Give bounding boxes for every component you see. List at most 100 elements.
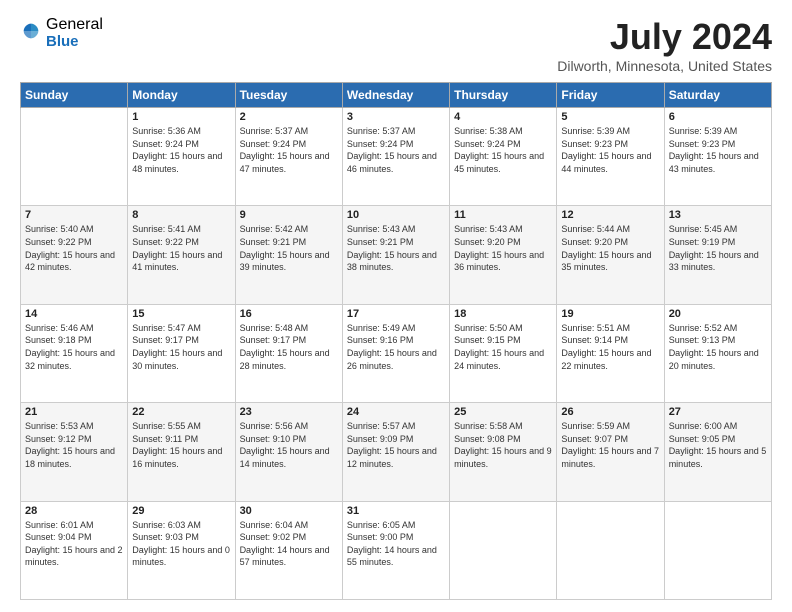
- cell-date: 13: [669, 209, 767, 221]
- cell-date: 25: [454, 406, 552, 418]
- cell-info: Sunrise: 6:05 AMSunset: 9:00 PMDaylight:…: [347, 519, 445, 569]
- cell-info: Sunrise: 5:56 AMSunset: 9:10 PMDaylight:…: [240, 420, 338, 470]
- cell-info: Sunrise: 5:40 AMSunset: 9:22 PMDaylight:…: [25, 223, 123, 273]
- cell-date: 27: [669, 406, 767, 418]
- calendar-cell: 20 Sunrise: 5:52 AMSunset: 9:13 PMDaylig…: [664, 304, 771, 402]
- cell-info: Sunrise: 5:44 AMSunset: 9:20 PMDaylight:…: [561, 223, 659, 273]
- cell-info: Sunrise: 5:39 AMSunset: 9:23 PMDaylight:…: [669, 125, 767, 175]
- calendar-table: SundayMondayTuesdayWednesdayThursdayFrid…: [20, 82, 772, 600]
- cell-date: 2: [240, 111, 338, 123]
- calendar-header-sunday: Sunday: [21, 83, 128, 108]
- cell-info: Sunrise: 5:38 AMSunset: 9:24 PMDaylight:…: [454, 125, 552, 175]
- calendar-cell: 13 Sunrise: 5:45 AMSunset: 9:19 PMDaylig…: [664, 206, 771, 304]
- calendar-week-1: 1 Sunrise: 5:36 AMSunset: 9:24 PMDayligh…: [21, 108, 772, 206]
- cell-date: 28: [25, 505, 123, 517]
- cell-date: 31: [347, 505, 445, 517]
- cell-info: Sunrise: 5:37 AMSunset: 9:24 PMDaylight:…: [240, 125, 338, 175]
- calendar-header-monday: Monday: [128, 83, 235, 108]
- calendar-cell: 6 Sunrise: 5:39 AMSunset: 9:23 PMDayligh…: [664, 108, 771, 206]
- calendar-cell: [450, 501, 557, 599]
- calendar-header-tuesday: Tuesday: [235, 83, 342, 108]
- logo-general: General: [46, 16, 103, 34]
- calendar-header-wednesday: Wednesday: [342, 83, 449, 108]
- cell-info: Sunrise: 5:58 AMSunset: 9:08 PMDaylight:…: [454, 420, 552, 470]
- cell-date: 7: [25, 209, 123, 221]
- cell-info: Sunrise: 5:51 AMSunset: 9:14 PMDaylight:…: [561, 322, 659, 372]
- calendar-cell: [664, 501, 771, 599]
- cell-info: Sunrise: 5:36 AMSunset: 9:24 PMDaylight:…: [132, 125, 230, 175]
- cell-date: 3: [347, 111, 445, 123]
- cell-date: 30: [240, 505, 338, 517]
- calendar-cell: 21 Sunrise: 5:53 AMSunset: 9:12 PMDaylig…: [21, 403, 128, 501]
- title-location: Dilworth, Minnesota, United States: [557, 58, 772, 74]
- cell-date: 8: [132, 209, 230, 221]
- calendar-cell: [557, 501, 664, 599]
- cell-info: Sunrise: 5:47 AMSunset: 9:17 PMDaylight:…: [132, 322, 230, 372]
- calendar-cell: 5 Sunrise: 5:39 AMSunset: 9:23 PMDayligh…: [557, 108, 664, 206]
- cell-info: Sunrise: 5:43 AMSunset: 9:21 PMDaylight:…: [347, 223, 445, 273]
- cell-date: 1: [132, 111, 230, 123]
- logo-blue: Blue: [46, 34, 103, 51]
- calendar-cell: 3 Sunrise: 5:37 AMSunset: 9:24 PMDayligh…: [342, 108, 449, 206]
- cell-info: Sunrise: 5:57 AMSunset: 9:09 PMDaylight:…: [347, 420, 445, 470]
- calendar-cell: 11 Sunrise: 5:43 AMSunset: 9:20 PMDaylig…: [450, 206, 557, 304]
- calendar-cell: 1 Sunrise: 5:36 AMSunset: 9:24 PMDayligh…: [128, 108, 235, 206]
- calendar-cell: 7 Sunrise: 5:40 AMSunset: 9:22 PMDayligh…: [21, 206, 128, 304]
- cell-date: 16: [240, 308, 338, 320]
- calendar-cell: 2 Sunrise: 5:37 AMSunset: 9:24 PMDayligh…: [235, 108, 342, 206]
- cell-info: Sunrise: 5:45 AMSunset: 9:19 PMDaylight:…: [669, 223, 767, 273]
- calendar-week-2: 7 Sunrise: 5:40 AMSunset: 9:22 PMDayligh…: [21, 206, 772, 304]
- calendar-cell: 28 Sunrise: 6:01 AMSunset: 9:04 PMDaylig…: [21, 501, 128, 599]
- cell-info: Sunrise: 5:59 AMSunset: 9:07 PMDaylight:…: [561, 420, 659, 470]
- calendar-cell: 10 Sunrise: 5:43 AMSunset: 9:21 PMDaylig…: [342, 206, 449, 304]
- cell-date: 12: [561, 209, 659, 221]
- calendar-cell: 27 Sunrise: 6:00 AMSunset: 9:05 PMDaylig…: [664, 403, 771, 501]
- cell-info: Sunrise: 5:43 AMSunset: 9:20 PMDaylight:…: [454, 223, 552, 273]
- cell-info: Sunrise: 6:00 AMSunset: 9:05 PMDaylight:…: [669, 420, 767, 470]
- calendar-header-friday: Friday: [557, 83, 664, 108]
- cell-date: 4: [454, 111, 552, 123]
- cell-info: Sunrise: 5:48 AMSunset: 9:17 PMDaylight:…: [240, 322, 338, 372]
- cell-date: 22: [132, 406, 230, 418]
- cell-date: 26: [561, 406, 659, 418]
- title-block: July 2024 Dilworth, Minnesota, United St…: [557, 16, 772, 74]
- cell-date: 9: [240, 209, 338, 221]
- logo-icon: [20, 20, 42, 42]
- calendar-cell: 26 Sunrise: 5:59 AMSunset: 9:07 PMDaylig…: [557, 403, 664, 501]
- calendar-cell: 14 Sunrise: 5:46 AMSunset: 9:18 PMDaylig…: [21, 304, 128, 402]
- calendar-cell: 8 Sunrise: 5:41 AMSunset: 9:22 PMDayligh…: [128, 206, 235, 304]
- header: General Blue July 2024 Dilworth, Minneso…: [20, 16, 772, 74]
- cell-info: Sunrise: 5:39 AMSunset: 9:23 PMDaylight:…: [561, 125, 659, 175]
- logo: General Blue: [20, 16, 103, 50]
- calendar-cell: 24 Sunrise: 5:57 AMSunset: 9:09 PMDaylig…: [342, 403, 449, 501]
- cell-date: 15: [132, 308, 230, 320]
- calendar-cell: 31 Sunrise: 6:05 AMSunset: 9:00 PMDaylig…: [342, 501, 449, 599]
- cell-date: 10: [347, 209, 445, 221]
- calendar-cell: 4 Sunrise: 5:38 AMSunset: 9:24 PMDayligh…: [450, 108, 557, 206]
- calendar-cell: 18 Sunrise: 5:50 AMSunset: 9:15 PMDaylig…: [450, 304, 557, 402]
- calendar-header-thursday: Thursday: [450, 83, 557, 108]
- calendar-cell: [21, 108, 128, 206]
- logo-text: General Blue: [46, 16, 103, 50]
- cell-date: 19: [561, 308, 659, 320]
- cell-info: Sunrise: 5:46 AMSunset: 9:18 PMDaylight:…: [25, 322, 123, 372]
- cell-date: 18: [454, 308, 552, 320]
- page: General Blue July 2024 Dilworth, Minneso…: [0, 0, 792, 612]
- cell-info: Sunrise: 5:49 AMSunset: 9:16 PMDaylight:…: [347, 322, 445, 372]
- cell-date: 21: [25, 406, 123, 418]
- calendar-cell: 17 Sunrise: 5:49 AMSunset: 9:16 PMDaylig…: [342, 304, 449, 402]
- calendar-cell: 30 Sunrise: 6:04 AMSunset: 9:02 PMDaylig…: [235, 501, 342, 599]
- cell-date: 24: [347, 406, 445, 418]
- cell-info: Sunrise: 6:04 AMSunset: 9:02 PMDaylight:…: [240, 519, 338, 569]
- cell-info: Sunrise: 6:03 AMSunset: 9:03 PMDaylight:…: [132, 519, 230, 569]
- cell-info: Sunrise: 5:55 AMSunset: 9:11 PMDaylight:…: [132, 420, 230, 470]
- cell-date: 6: [669, 111, 767, 123]
- title-month: July 2024: [557, 16, 772, 58]
- calendar-cell: 23 Sunrise: 5:56 AMSunset: 9:10 PMDaylig…: [235, 403, 342, 501]
- cell-date: 14: [25, 308, 123, 320]
- cell-info: Sunrise: 5:53 AMSunset: 9:12 PMDaylight:…: [25, 420, 123, 470]
- calendar-cell: 29 Sunrise: 6:03 AMSunset: 9:03 PMDaylig…: [128, 501, 235, 599]
- calendar-week-5: 28 Sunrise: 6:01 AMSunset: 9:04 PMDaylig…: [21, 501, 772, 599]
- cell-date: 17: [347, 308, 445, 320]
- cell-date: 23: [240, 406, 338, 418]
